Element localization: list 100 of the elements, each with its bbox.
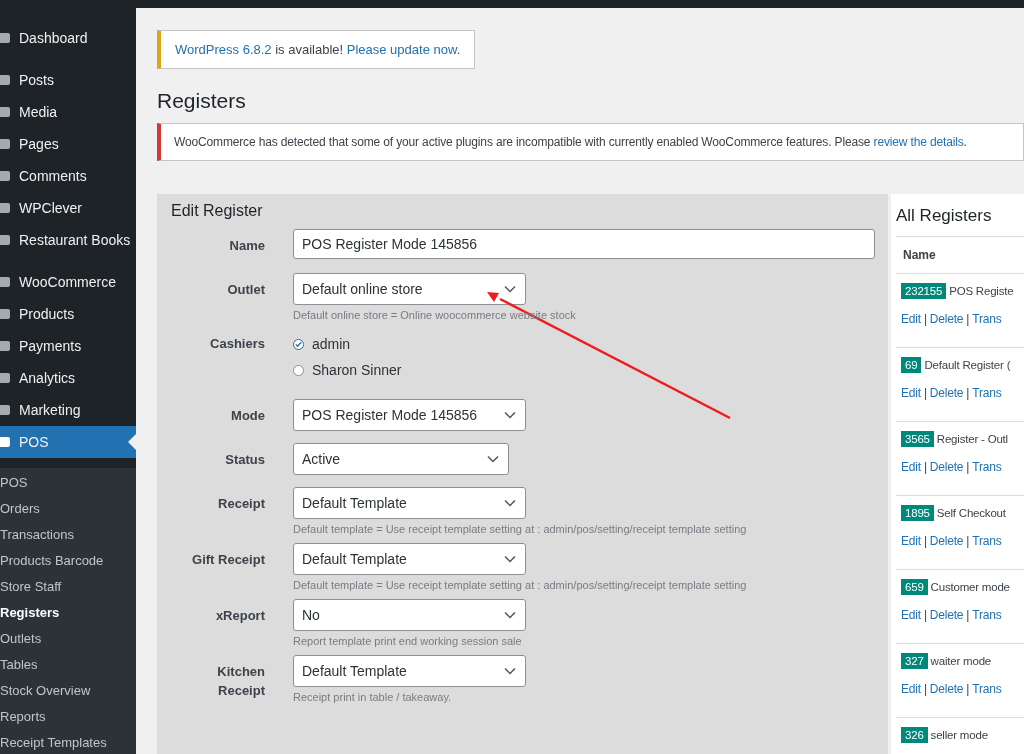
action-link[interactable]: Edit	[901, 460, 921, 474]
help-text: Receipt print in table / takeaway.	[293, 691, 453, 703]
submenu-item[interactable]: Reports	[0, 704, 136, 730]
separator: |	[923, 682, 927, 696]
chevron-icon	[504, 499, 516, 507]
action-link[interactable]: Delete	[929, 312, 964, 326]
action-link[interactable]: Delete	[929, 682, 964, 696]
menu-item[interactable]: Comments	[0, 160, 136, 192]
id-badge: 326	[901, 727, 928, 743]
panel-title: All Registers	[896, 206, 993, 226]
chevron-icon	[504, 285, 516, 293]
action-link[interactable]: Trans	[972, 460, 1002, 474]
menu-item[interactable]: Products	[0, 298, 136, 330]
submenu-item[interactable]: Stock Overview	[0, 678, 136, 704]
action-link[interactable]: Trans	[972, 312, 1002, 326]
menu-item[interactable]: Payments	[0, 330, 136, 362]
submenu-item[interactable]: Registers	[0, 600, 136, 626]
action-link[interactable]: Edit	[901, 534, 921, 548]
checkbox[interactable]	[293, 364, 304, 376]
action-link[interactable]: Delete	[929, 608, 964, 622]
select-field[interactable]: Active	[293, 443, 509, 475]
action-link[interactable]: Delete	[929, 386, 964, 400]
help-text: Default template = Use receipt template setting at : admin/pos/setting/receipt template setting	[293, 523, 748, 535]
menu-item[interactable]: WPClever	[0, 192, 136, 224]
submenu-item[interactable]: Receipt Templates	[0, 730, 136, 754]
action-link[interactable]: Edit	[901, 312, 921, 326]
select-field[interactable]: Default Template	[293, 543, 526, 575]
menu-item[interactable]: Restaurant Books	[0, 224, 136, 256]
select-field[interactable]: Default online store	[293, 273, 526, 305]
chevron-icon	[504, 611, 516, 619]
action-link[interactable]: Trans	[972, 682, 1002, 696]
action-link[interactable]: Delete	[929, 534, 964, 548]
separator: |	[923, 534, 927, 548]
id-badge: 232155	[901, 283, 947, 299]
name-input[interactable]: POS Register Mode 145856	[293, 229, 875, 259]
field-label: Outlet	[226, 281, 265, 299]
action-link[interactable]: Edit	[901, 682, 921, 696]
chevron-icon	[487, 455, 499, 463]
field-label: Mode	[230, 407, 265, 425]
submenu-item[interactable]: POS	[0, 470, 136, 496]
checkbox-label: Sharon Sinner	[312, 362, 402, 378]
page-title: Registers	[157, 89, 246, 113]
action-link[interactable]: Edit	[901, 386, 921, 400]
register-name: Self Checkout	[936, 507, 1006, 519]
field-label: Receipt	[217, 495, 265, 513]
separator: |	[966, 534, 970, 548]
submenu-item[interactable]: Tables	[0, 652, 136, 678]
menu-item[interactable]: Marketing	[0, 394, 136, 426]
menu-item[interactable]: Pages	[0, 128, 136, 160]
menu-item[interactable]: WooCommerce	[0, 266, 136, 298]
submenu-item[interactable]: Orders	[0, 496, 136, 522]
notice-text: is available!	[274, 42, 345, 57]
action-link[interactable]: Trans	[972, 534, 1002, 548]
separator: |	[966, 312, 970, 326]
id-badge: 327	[901, 653, 928, 669]
separator: |	[966, 460, 970, 474]
menu-item[interactable]: POS	[0, 426, 136, 458]
field-label: Status	[224, 451, 265, 469]
action-link[interactable]: Trans	[972, 608, 1002, 622]
menu-item[interactable]: Posts	[0, 64, 136, 96]
id-badge: 69	[901, 357, 922, 373]
field-label: xReport	[214, 607, 265, 625]
select-field[interactable]: POS Register Mode 145856	[293, 399, 526, 431]
field-label: Kitchen Receipt	[216, 663, 265, 700]
checkbox-label: admin	[312, 336, 351, 352]
register-name: seller mode	[930, 729, 988, 741]
select-field[interactable]: Default Template	[293, 487, 526, 519]
separator: |	[966, 386, 970, 400]
notice-text: WooCommerce has detected that some of your active plugins are incompatible with currently enabled WooCommerce features. Please	[174, 135, 872, 149]
version-link[interactable]: WordPress 6.8.2	[175, 42, 272, 57]
select-field[interactable]: Default Template	[293, 655, 526, 687]
separator: |	[923, 386, 927, 400]
menu-item[interactable]: Media	[0, 96, 136, 128]
id-badge: 1895	[901, 505, 934, 521]
action-link[interactable]: Delete	[929, 460, 964, 474]
action-link[interactable]: Edit	[901, 608, 921, 622]
menu-item[interactable]: Dashboard	[0, 22, 136, 54]
field-label: Cashiers	[209, 335, 265, 353]
separator: |	[923, 312, 927, 326]
separator: |	[923, 460, 927, 474]
update-link[interactable]: Please update now	[346, 42, 457, 57]
select-field[interactable]: No	[293, 599, 526, 631]
register-name: Customer mode	[930, 581, 1010, 593]
id-badge: 659	[901, 579, 928, 595]
menu-item[interactable]: Analytics	[0, 362, 136, 394]
separator: |	[923, 608, 927, 622]
chevron-icon	[504, 667, 516, 675]
details-link[interactable]: review the details	[873, 135, 964, 149]
submenu-item[interactable]: Store Staff	[0, 574, 136, 600]
separator: |	[966, 608, 970, 622]
action-link[interactable]: Trans	[972, 386, 1002, 400]
checkbox[interactable]	[293, 338, 304, 350]
submenu-item[interactable]: Transactions	[0, 522, 136, 548]
submenu-item[interactable]: Outlets	[0, 626, 136, 652]
submenu-item[interactable]: Products Barcode	[0, 548, 136, 574]
help-text: Report template print end working session sale	[293, 635, 523, 647]
separator: |	[966, 682, 970, 696]
chevron-icon	[504, 555, 516, 563]
notice-text: .	[963, 135, 967, 149]
panel-title: Edit Register	[171, 202, 264, 220]
